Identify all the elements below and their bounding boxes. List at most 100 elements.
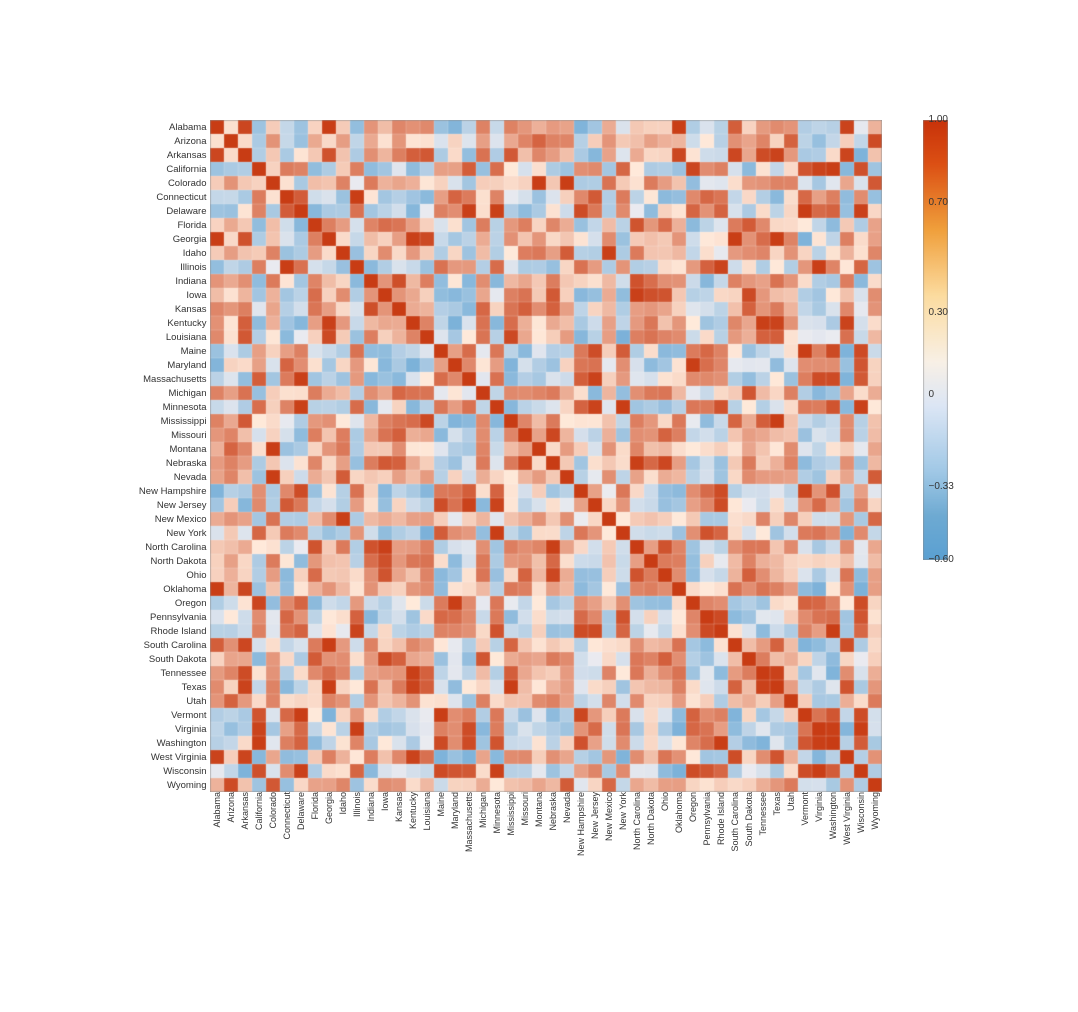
col-label-mississippi: Mississippi (504, 792, 518, 912)
colorbar-tick-030: 0.30 (929, 307, 948, 318)
col-labels-row: AlabamaArizonaArkansasCaliforniaColorado… (210, 792, 882, 912)
row-label-illinois: Illinois (115, 260, 210, 274)
chart-container: AlabamaArizonaArkansasCaliforniaColorado… (0, 0, 1078, 1012)
row-label-south-dakota: South Dakota (115, 652, 210, 666)
col-label-maryland: Maryland (448, 792, 462, 912)
col-label-indiana: Indiana (364, 792, 378, 912)
col-label-south-carolina: South Carolina (728, 792, 742, 912)
row-label-new-york: New York (115, 526, 210, 540)
colorbar-tick-−060: −0.60 (929, 554, 954, 565)
colorbar-wrapper: 1.000.700.300−0.33−0.60 (897, 120, 974, 560)
col-label-georgia: Georgia (322, 792, 336, 912)
row-label-oregon: Oregon (115, 596, 210, 610)
row-label-new-hampshire: New Hampshire (115, 484, 210, 498)
row-label-california: California (115, 162, 210, 176)
colorbar-tick-0: 0 (929, 389, 935, 400)
col-label-iowa: Iowa (378, 792, 392, 912)
col-label-pennsylvania: Pennsylvania (700, 792, 714, 912)
col-label-tennessee: Tennessee (756, 792, 770, 912)
row-label-texas: Texas (115, 680, 210, 694)
row-label-alabama: Alabama (115, 120, 210, 134)
row-label-new-mexico: New Mexico (115, 512, 210, 526)
col-label-new-york: New York (616, 792, 630, 912)
row-label-indiana: Indiana (115, 274, 210, 288)
col-label-arkansas: Arkansas (238, 792, 252, 912)
row-label-michigan: Michigan (115, 386, 210, 400)
row-label-montana: Montana (115, 442, 210, 456)
row-label-south-carolina: South Carolina (115, 638, 210, 652)
col-label-idaho: Idaho (336, 792, 350, 912)
col-label-michigan: Michigan (476, 792, 490, 912)
col-label-virginia: Virginia (812, 792, 826, 912)
row-label-mississippi: Mississippi (115, 414, 210, 428)
row-label-kentucky: Kentucky (115, 316, 210, 330)
row-label-connecticut: Connecticut (115, 190, 210, 204)
row-label-oklahoma: Oklahoma (115, 582, 210, 596)
row-label-delaware: Delaware (115, 204, 210, 218)
row-label-maine: Maine (115, 344, 210, 358)
colorbar-tick-100: 1.00 (929, 114, 948, 125)
col-label-kentucky: Kentucky (406, 792, 420, 912)
col-label-wisconsin: Wisconsin (854, 792, 868, 912)
col-label-south-dakota: South Dakota (742, 792, 756, 912)
row-label-wyoming: Wyoming (115, 778, 210, 792)
row-label-massachusetts: Massachusetts (115, 372, 210, 386)
col-label-maine: Maine (434, 792, 448, 912)
row-label-arizona: Arizona (115, 134, 210, 148)
row-label-west-virginia: West Virginia (115, 750, 210, 764)
row-label-colorado: Colorado (115, 176, 210, 190)
col-label-nevada: Nevada (560, 792, 574, 912)
row-label-arkansas: Arkansas (115, 148, 210, 162)
col-label-new-jersey: New Jersey (588, 792, 602, 912)
col-label-wyoming: Wyoming (868, 792, 882, 912)
colorbar-tick-070: 0.70 (929, 197, 948, 208)
col-label-washington: Washington (826, 792, 840, 912)
col-label-montana: Montana (532, 792, 546, 912)
col-label-massachusetts: Massachusetts (462, 792, 476, 912)
col-label-texas: Texas (770, 792, 784, 912)
row-label-north-dakota: North Dakota (115, 554, 210, 568)
row-label-washington: Washington (115, 736, 210, 750)
col-label-delaware: Delaware (294, 792, 308, 912)
col-label-new-mexico: New Mexico (602, 792, 616, 912)
col-label-colorado: Colorado (266, 792, 280, 912)
row-labels-col: AlabamaArizonaArkansasCaliforniaColorado… (115, 120, 210, 912)
colorbar-labels: 1.000.700.300−0.33−0.60 (924, 120, 974, 560)
col-label-new-hampshire: New Hampshire (574, 792, 588, 912)
row-label-pennsylvania: Pennsylvania (115, 610, 210, 624)
row-label-louisiana: Louisiana (115, 330, 210, 344)
col-label-california: California (252, 792, 266, 912)
row-label-kansas: Kansas (115, 302, 210, 316)
row-label-georgia: Georgia (115, 232, 210, 246)
row-label-nebraska: Nebraska (115, 456, 210, 470)
row-label-new-jersey: New Jersey (115, 498, 210, 512)
colorbar-tick-−033: −0.33 (929, 481, 954, 492)
col-label-louisiana: Louisiana (420, 792, 434, 912)
col-label-alabama: Alabama (210, 792, 224, 912)
col-label-connecticut: Connecticut (280, 792, 294, 912)
col-label-minnesota: Minnesota (490, 792, 504, 912)
row-label-virginia: Virginia (115, 722, 210, 736)
col-label-florida: Florida (308, 792, 322, 912)
row-label-maryland: Maryland (115, 358, 210, 372)
col-label-oklahoma: Oklahoma (672, 792, 686, 912)
row-label-utah: Utah (115, 694, 210, 708)
col-label-arizona: Arizona (224, 792, 238, 912)
col-label-utah: Utah (784, 792, 798, 912)
col-label-illinois: Illinois (350, 792, 364, 912)
col-label-north-carolina: North Carolina (630, 792, 644, 912)
grid-and-col-labels: AlabamaArizonaArkansasCaliforniaColorado… (210, 120, 882, 912)
heatmap-canvas (210, 120, 882, 792)
row-label-vermont: Vermont (115, 708, 210, 722)
col-label-rhode-island: Rhode Island (714, 792, 728, 912)
col-label-ohio: Ohio (658, 792, 672, 912)
row-label-nevada: Nevada (115, 470, 210, 484)
col-label-missouri: Missouri (518, 792, 532, 912)
row-label-idaho: Idaho (115, 246, 210, 260)
col-label-north-dakota: North Dakota (644, 792, 658, 912)
row-label-iowa: Iowa (115, 288, 210, 302)
row-label-tennessee: Tennessee (115, 666, 210, 680)
row-label-florida: Florida (115, 218, 210, 232)
row-label-rhode-island: Rhode Island (115, 624, 210, 638)
col-label-vermont: Vermont (798, 792, 812, 912)
